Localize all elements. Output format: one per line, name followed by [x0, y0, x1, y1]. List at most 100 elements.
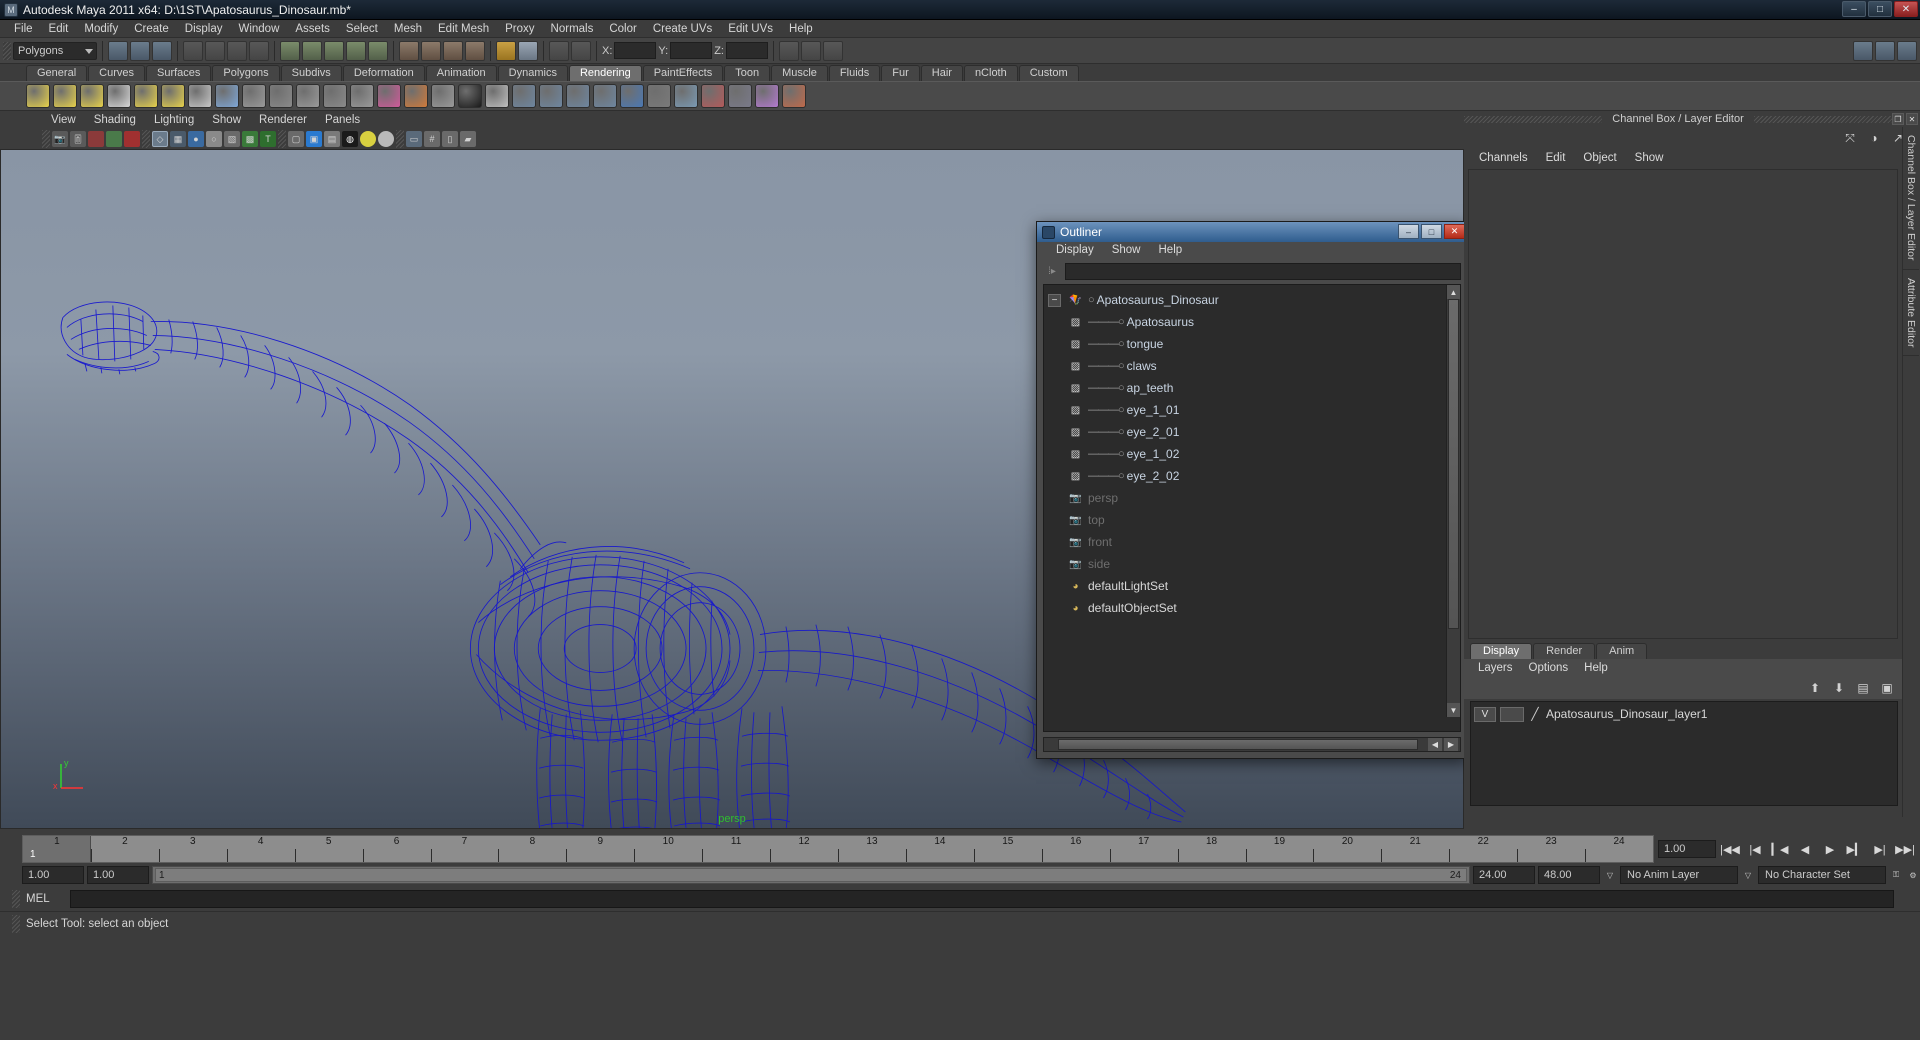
shelf-tab-animation[interactable]: Animation: [425, 65, 497, 81]
outliner-minimize-button[interactable]: –: [1398, 224, 1419, 239]
scroll-down-arrow-icon[interactable]: ▼: [1447, 703, 1460, 717]
outliner-item-eye_2_01[interactable]: ▨ ———○ eye_2_01: [1044, 421, 1446, 443]
animation-start-time-field[interactable]: 1.00: [22, 866, 84, 884]
menu-mesh[interactable]: Mesh: [386, 20, 430, 38]
anisotropic-material-icon[interactable]: [350, 84, 374, 108]
viewport-toolbar-grip-3[interactable]: [278, 130, 286, 148]
step-forward-frame-button[interactable]: ▶▎: [1844, 839, 1866, 859]
scroll-right-arrow-icon[interactable]: ▶: [1444, 738, 1458, 751]
channelbox-menu-show[interactable]: Show: [1626, 149, 1673, 167]
snap-to-plane-icon[interactable]: [346, 40, 366, 61]
animation-end-time-field[interactable]: 48.00: [1538, 866, 1600, 884]
outliner-menu-help[interactable]: Help: [1150, 242, 1192, 259]
create-empty-layer-icon[interactable]: ▤: [1854, 679, 1872, 697]
outliner-item-eye_1_02[interactable]: ▨ ———○ eye_1_02: [1044, 443, 1446, 465]
point-light-icon[interactable]: [26, 84, 50, 108]
render-passes-icon[interactable]: [647, 84, 671, 108]
auto-key-icon[interactable]: ⚿: [1889, 866, 1903, 884]
texture-ball-icon[interactable]: [755, 84, 779, 108]
coord-z-input[interactable]: [725, 42, 768, 59]
viewport-menu-panels[interactable]: Panels: [316, 111, 369, 129]
channelbox-menu-channels[interactable]: Channels: [1470, 149, 1537, 167]
menu-assets[interactable]: Assets: [287, 20, 338, 38]
menu-display[interactable]: Display: [177, 20, 231, 38]
outliner-hscroll-thumb[interactable]: [1058, 739, 1418, 750]
layer-menu-layers[interactable]: Layers: [1470, 659, 1521, 677]
outliner-filter-icon[interactable]: ⁞▸: [1043, 263, 1061, 279]
outliner-menu-show[interactable]: Show: [1103, 242, 1150, 259]
layer-tab-render[interactable]: Render: [1533, 643, 1596, 659]
sidetab-channel-box-layer-editor[interactable]: Channel Box / Layer Editor: [1903, 127, 1919, 270]
shelf-tab-painteffects[interactable]: PaintEffects: [642, 65, 724, 81]
channelbox-menu-object[interactable]: Object: [1574, 149, 1625, 167]
shelf-tab-curves[interactable]: Curves: [88, 65, 145, 81]
component-mask-uvs-icon[interactable]: [249, 40, 269, 61]
xray-joints-icon[interactable]: ▣: [306, 131, 322, 147]
render-view-icon[interactable]: [215, 84, 239, 108]
range-slider[interactable]: 1 24: [152, 866, 1470, 884]
resolution-gate-icon[interactable]: ▰: [460, 131, 476, 147]
viewport-menu-shading[interactable]: Shading: [85, 111, 145, 129]
open-scene-icon[interactable]: [496, 40, 516, 61]
menu-edit-uvs[interactable]: Edit UVs: [720, 20, 781, 38]
sidetab-attribute-editor[interactable]: Attribute Editor: [1903, 270, 1919, 356]
shelf-tab-fur[interactable]: Fur: [881, 65, 920, 81]
outliner-item-defaultobjectset[interactable]: ◕ defaultObjectSet: [1044, 597, 1446, 619]
menu-proxy[interactable]: Proxy: [497, 20, 542, 38]
render-current-frame-icon[interactable]: [421, 40, 441, 61]
menu-create-uvs[interactable]: Create UVs: [645, 20, 720, 38]
outliner-item-defaultlightset[interactable]: ◕ defaultLightSet: [1044, 575, 1446, 597]
go-to-end-button[interactable]: ▶▶|: [1894, 839, 1916, 859]
ramp-shader-icon[interactable]: [377, 84, 401, 108]
light-linking-icon[interactable]: [188, 84, 212, 108]
anim-layer-field[interactable]: No Anim Layer: [1620, 866, 1738, 884]
menu-window[interactable]: Window: [230, 20, 287, 38]
textured-icon[interactable]: ▩: [242, 131, 258, 147]
render-settings-icon[interactable]: [465, 40, 485, 61]
playback-start-time-field[interactable]: 1.00: [87, 866, 149, 884]
snap-to-point-icon[interactable]: [324, 40, 344, 61]
play-forwards-button[interactable]: ▶: [1819, 839, 1841, 859]
area-light-icon[interactable]: [161, 84, 185, 108]
outliner-item-claws[interactable]: ▨ ———○ claws: [1044, 355, 1446, 377]
scroll-left-arrow-icon[interactable]: ◀: [1428, 738, 1442, 751]
viewport-toolbar-grip-2[interactable]: [142, 130, 150, 148]
scroll-up-arrow-icon[interactable]: ▲: [1447, 285, 1460, 299]
save-scene-icon[interactable]: [518, 40, 538, 61]
shelf-tab-muscle[interactable]: Muscle: [771, 65, 828, 81]
component-mask-faces-icon[interactable]: [227, 40, 247, 61]
bookmark-icon[interactable]: [88, 131, 104, 147]
command-language-label[interactable]: MEL: [26, 893, 64, 905]
redo-icon[interactable]: [571, 40, 591, 61]
animation-preferences-icon[interactable]: ⚙: [1906, 866, 1920, 884]
blinn-material-icon[interactable]: [242, 84, 266, 108]
surface-shader-icon[interactable]: [458, 84, 482, 108]
shading-map-icon[interactable]: [485, 84, 509, 108]
occlusion-icon[interactable]: ◍: [342, 131, 358, 147]
layer-visibility-toggle[interactable]: V: [1474, 706, 1496, 722]
outliner-vertical-scrollbar[interactable]: ▲ ▼: [1446, 285, 1460, 717]
shelf-tab-rendering[interactable]: Rendering: [568, 65, 642, 81]
outliner-maximize-button[interactable]: □: [1421, 224, 1442, 239]
outliner-item-side[interactable]: 📷 side: [1044, 553, 1446, 575]
menu-create[interactable]: Create: [126, 20, 177, 38]
menu-help[interactable]: Help: [781, 20, 821, 38]
move-layer-down-icon[interactable]: ⬇: [1830, 679, 1848, 697]
menu-color[interactable]: Color: [601, 20, 644, 38]
spot-light-icon[interactable]: [53, 84, 77, 108]
coord-y-input[interactable]: [670, 42, 713, 59]
component-mask-points-icon[interactable]: [183, 40, 203, 61]
layer-tab-display[interactable]: Display: [1470, 643, 1533, 659]
shelf-tab-subdivs[interactable]: Subdivs: [280, 65, 342, 81]
character-set-field[interactable]: No Character Set: [1758, 866, 1886, 884]
outliner-vscroll-thumb[interactable]: [1448, 299, 1459, 629]
create-layer-from-selected-icon[interactable]: ▣: [1878, 679, 1896, 697]
construction-history-icon[interactable]: [399, 40, 419, 61]
snap-to-grid-icon[interactable]: [280, 40, 300, 61]
viewport-menu-lighting[interactable]: Lighting: [145, 111, 203, 129]
render-current-frame-icon[interactable]: [512, 84, 536, 108]
smooth-shade-all-icon[interactable]: ▦: [170, 131, 186, 147]
use-all-lights-icon[interactable]: T: [260, 131, 276, 147]
viewport-menu-renderer[interactable]: Renderer: [250, 111, 316, 129]
render-layers-icon[interactable]: [620, 84, 644, 108]
